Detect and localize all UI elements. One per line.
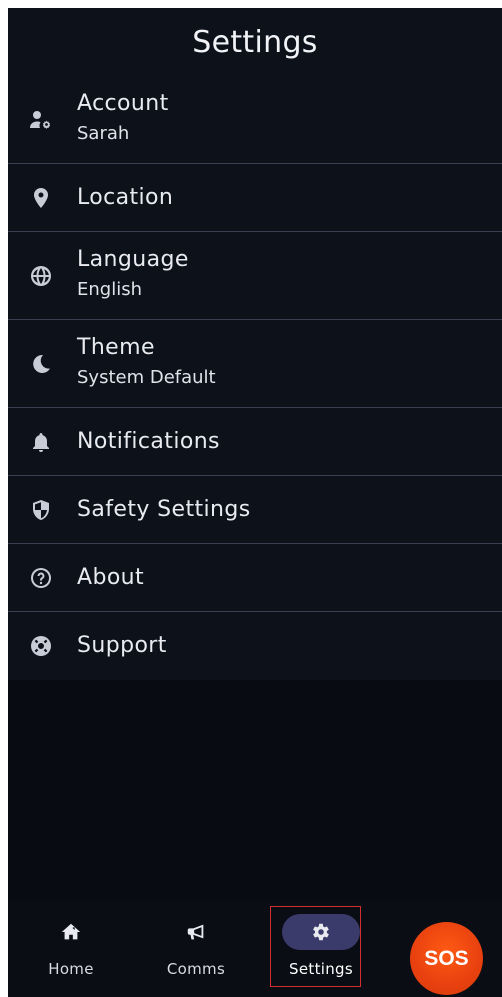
settings-item-language[interactable]: Language English [8,232,502,320]
app-header: Settings [8,8,502,76]
settings-item-label: Notifications [77,428,220,454]
nav-home[interactable]: Home [26,914,116,984]
settings-item-account[interactable]: Account Sarah [8,76,502,164]
home-icon [32,914,110,950]
location-pin-icon [28,185,54,211]
shield-icon [28,497,54,523]
settings-item-label: Theme [77,335,155,360]
nav-label: Comms [166,960,226,978]
settings-item-label: Location [77,184,174,210]
nav-label: Settings [289,960,353,978]
megaphone-icon [157,914,235,950]
settings-item-support[interactable]: Support [8,612,502,680]
settings-item-location[interactable]: Location [8,164,502,232]
moon-icon [28,351,54,377]
bottom-navigation: Home Comms Settings SOS [8,900,502,997]
globe-icon [28,263,54,289]
sos-button[interactable]: SOS [410,922,483,995]
settings-item-label: Account [77,91,169,116]
empty-area [8,680,502,900]
settings-item-about[interactable]: About [8,544,502,612]
settings-item-theme[interactable]: Theme System Default [8,320,502,408]
settings-item-label: Safety Settings [77,496,251,522]
nav-comms[interactable]: Comms [151,914,241,984]
settings-item-notifications[interactable]: Notifications [8,408,502,476]
nav-label: Home [48,960,94,978]
bell-icon [28,429,54,455]
question-circle-icon [28,565,54,591]
lifebuoy-icon [28,633,54,659]
settings-item-label: Support [77,633,167,658]
settings-screen: Settings Account Sarah Location Language… [8,8,502,997]
settings-item-label: About [77,564,145,590]
account-settings-icon [28,107,54,133]
page-title: Settings [192,24,318,60]
settings-item-value: Sarah [77,123,130,144]
settings-list: Account Sarah Location Language English [8,76,502,680]
settings-item-safety[interactable]: Safety Settings [8,476,502,544]
gear-icon [282,914,360,950]
settings-item-value: System Default [77,367,216,388]
settings-item-value: English [77,279,142,300]
settings-item-label: Language [77,247,189,272]
nav-settings[interactable]: Settings [270,906,366,987]
